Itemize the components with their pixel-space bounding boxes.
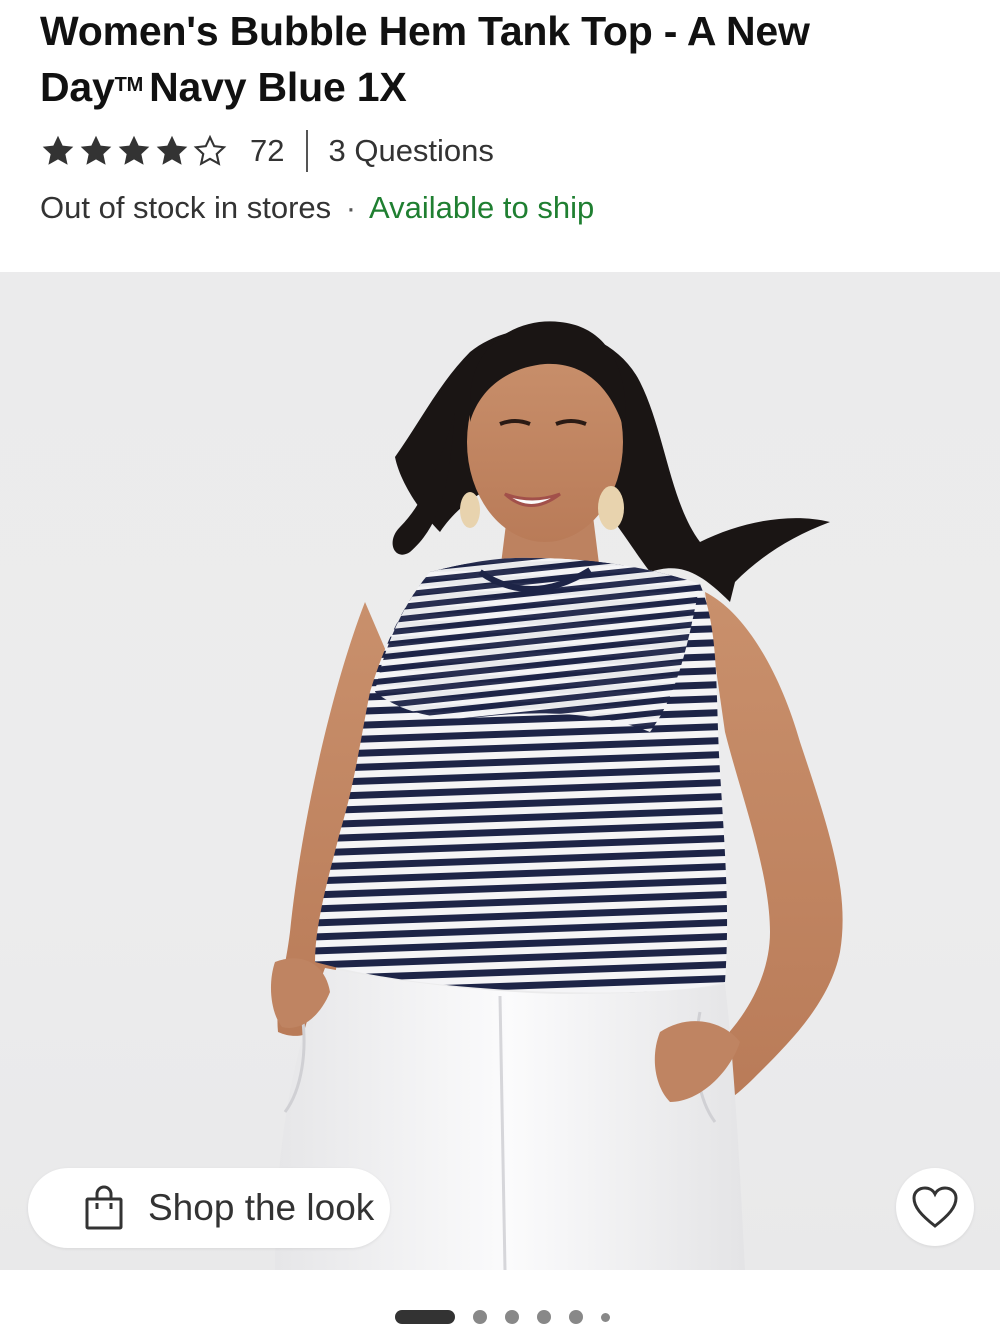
- product-title: Women's Bubble Hem Tank Top - A New DayT…: [40, 4, 940, 114]
- favorite-button[interactable]: [896, 1168, 974, 1246]
- rating-divider: [306, 130, 309, 172]
- availability-row: Out of stock in stores · Available to sh…: [40, 190, 594, 226]
- questions-link[interactable]: 3 Questions: [328, 133, 493, 169]
- image-pagination: [395, 1308, 628, 1326]
- in-store-status: Out of stock in stores: [40, 190, 332, 225]
- shop-the-look-button[interactable]: Shop the look: [28, 1168, 390, 1248]
- pagination-dot[interactable]: [537, 1310, 551, 1324]
- heart-outline-icon: [912, 1186, 958, 1228]
- trademark-mark: TM: [114, 74, 144, 96]
- star-filled-icon: [42, 135, 74, 165]
- product-title-variant: Navy Blue 1X: [149, 64, 407, 110]
- pagination-dot[interactable]: [569, 1310, 583, 1324]
- availability-separator: ·: [345, 190, 357, 225]
- product-page: Women's Bubble Hem Tank Top - A New DayT…: [0, 0, 1000, 1333]
- product-photo[interactable]: [0, 272, 1000, 1270]
- shop-the-look-label: Shop the look: [148, 1187, 375, 1228]
- pagination-dot[interactable]: [601, 1312, 610, 1322]
- rating-count[interactable]: 72: [250, 133, 284, 169]
- star-rating: [40, 133, 228, 169]
- shipping-status: Available to ship: [369, 190, 595, 225]
- rating-row[interactable]: 72 3 Questions: [40, 128, 494, 174]
- shopping-bag-icon: [85, 1185, 123, 1230]
- pagination-dot[interactable]: [473, 1310, 487, 1324]
- pagination-dot[interactable]: [505, 1310, 519, 1324]
- star-filled-icon: [80, 135, 112, 165]
- star-empty-icon: [193, 134, 227, 166]
- pagination-dot-active[interactable]: [395, 1310, 455, 1324]
- star-filled-icon: [156, 135, 188, 165]
- star-filled-icon: [118, 135, 150, 165]
- product-image-gallery[interactable]: Shop the look: [0, 272, 1000, 1270]
